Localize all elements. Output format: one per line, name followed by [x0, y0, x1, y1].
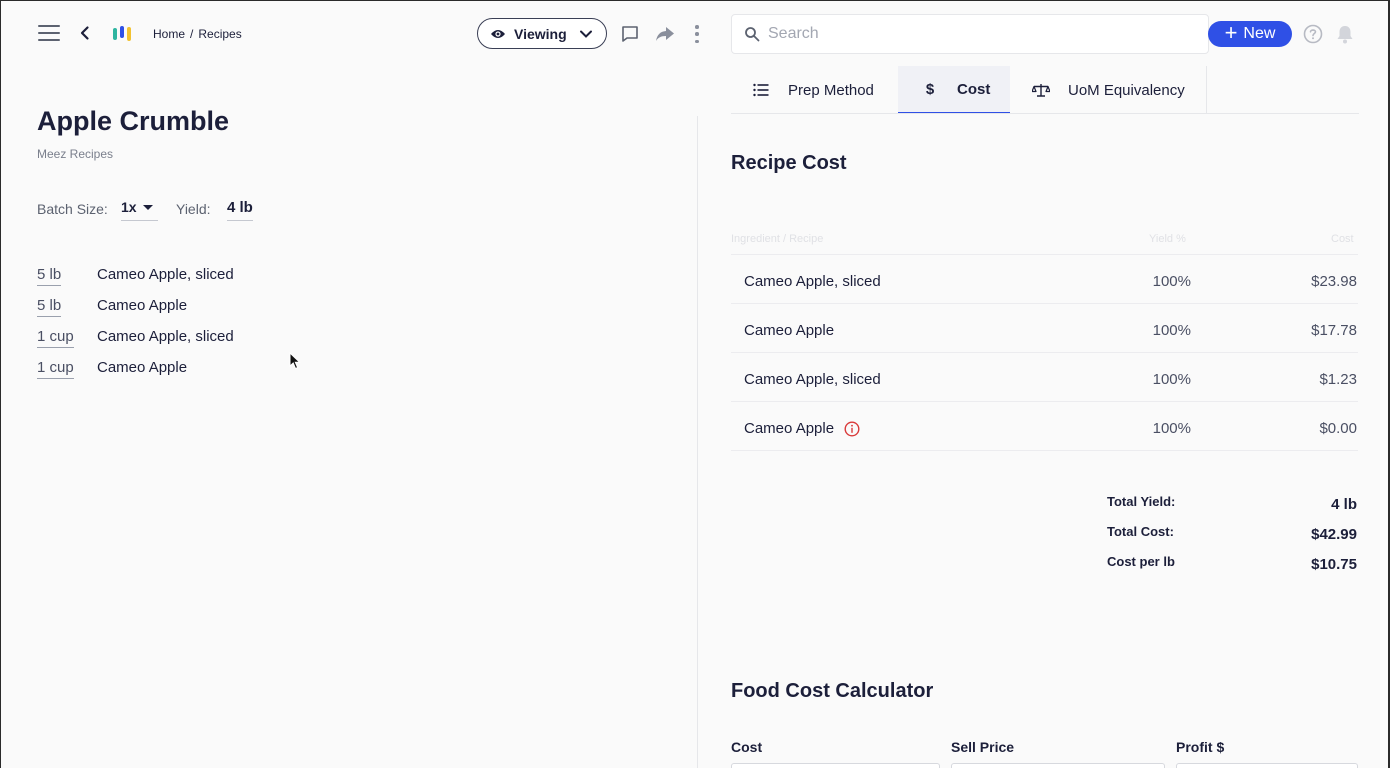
food-cost-calculator-title: Food Cost Calculator	[731, 680, 934, 702]
row-ingredient-name: Cameo Apple, sliced	[744, 273, 881, 290]
tab-uom-equivalency[interactable]: UoM Equivalency	[1010, 66, 1207, 114]
ingredient-row: 1 cup Cameo Apple, sliced	[37, 328, 234, 350]
calc-profit-input[interactable]	[1176, 763, 1358, 768]
ingredient-quantity[interactable]: 1 cup	[37, 328, 74, 348]
row-cost: $23.98	[1311, 273, 1357, 290]
column-header-cost: Cost	[1331, 233, 1354, 245]
row-yield: 100%	[1152, 273, 1191, 290]
ingredient-name: Cameo Apple	[97, 359, 188, 376]
mouse-cursor-icon	[289, 352, 301, 370]
tab-label: UoM Equivalency	[1068, 81, 1185, 99]
row-yield: 100%	[1152, 322, 1191, 339]
ingredient-quantity[interactable]: 5 lb	[37, 297, 62, 317]
dollar-icon: $	[925, 80, 935, 98]
info-warning-icon[interactable]	[844, 420, 860, 437]
calc-cost-input[interactable]	[731, 763, 940, 768]
row-ingredient-name: Cameo Apple	[744, 420, 835, 437]
viewing-label: Viewing	[514, 25, 567, 42]
table-row[interactable]: Cameo Apple, sliced 100% $23.98	[731, 255, 1358, 304]
detail-tabs: Prep Method $ Cost UoM Equivalency	[731, 66, 1207, 114]
total-cost-label: Total Cost:	[1107, 524, 1174, 539]
ingredient-name: Cameo Apple, sliced	[97, 266, 234, 283]
list-icon	[753, 83, 769, 97]
share-icon[interactable]	[655, 26, 675, 42]
batch-size-value: 1x	[121, 199, 137, 215]
ingredient-row: 1 cup Cameo Apple	[37, 359, 187, 381]
caret-down-icon	[142, 205, 153, 210]
breadcrumb-recipes[interactable]: Recipes	[198, 27, 241, 41]
chevron-down-icon	[579, 30, 592, 38]
breadcrumb: Home / Recipes	[153, 27, 242, 41]
help-icon[interactable]	[1303, 24, 1323, 44]
new-button-label: New	[1243, 25, 1276, 42]
ingredient-quantity[interactable]: 1 cup	[37, 359, 74, 379]
tabs-divider	[731, 113, 1359, 114]
tab-cost[interactable]: $ Cost	[898, 66, 1010, 114]
row-yield: 100%	[1152, 420, 1191, 437]
tab-prep-method[interactable]: Prep Method	[731, 66, 898, 114]
row-cost: $0.00	[1319, 420, 1357, 437]
eye-icon	[491, 29, 505, 38]
ingredient-name: Cameo Apple, sliced	[97, 328, 234, 345]
comment-icon[interactable]	[621, 25, 639, 43]
table-row[interactable]: Cameo Apple, sliced 100% $1.23	[731, 353, 1358, 402]
yield-value[interactable]: 4 lb	[227, 199, 253, 221]
cost-per-unit-label: Cost per lb	[1107, 554, 1175, 569]
viewing-mode-button[interactable]: Viewing	[477, 18, 607, 49]
column-header-yield: Yield %	[1149, 233, 1186, 245]
yield-label: Yield:	[176, 201, 211, 217]
recipe-title: Apple Crumble	[37, 106, 230, 136]
total-yield-label: Total Yield:	[1107, 494, 1176, 509]
calc-cost-label: Cost	[731, 739, 763, 755]
menu-icon[interactable]	[38, 25, 60, 41]
total-cost-value: $42.99	[1311, 526, 1357, 543]
search-bar[interactable]	[731, 14, 1209, 54]
window-top-border	[0, 0, 1390, 1]
recipe-source: Meez Recipes	[37, 147, 114, 161]
calc-profit-label: Profit $	[1176, 739, 1225, 755]
breadcrumb-separator: /	[190, 27, 194, 41]
ingredient-quantity[interactable]: 5 lb	[37, 266, 62, 286]
tab-label: Prep Method	[788, 81, 874, 99]
recipe-cost-title: Recipe Cost	[731, 152, 847, 174]
new-button[interactable]: + New	[1208, 21, 1292, 47]
total-yield-value: 4 lb	[1331, 496, 1357, 513]
table-row[interactable]: Cameo Apple 100% $17.78	[731, 304, 1358, 353]
search-icon	[745, 27, 760, 42]
plus-icon: +	[1224, 20, 1238, 45]
batch-size-label: Batch Size:	[37, 201, 108, 217]
row-cost: $17.78	[1311, 322, 1357, 339]
table-row[interactable]: Cameo Apple 100% $0.00	[731, 402, 1358, 451]
search-input[interactable]	[768, 25, 1188, 43]
row-cost: $1.23	[1319, 371, 1357, 388]
panel-divider	[697, 116, 698, 768]
window-left-border	[0, 0, 1, 768]
row-yield: 100%	[1152, 371, 1191, 388]
cost-per-unit-value: $10.75	[1311, 556, 1357, 573]
row-ingredient-name: Cameo Apple	[744, 322, 835, 339]
ingredient-name: Cameo Apple	[97, 297, 188, 314]
calc-sell-price-label: Sell Price	[951, 739, 1015, 755]
ingredient-row: 5 lb Cameo Apple	[37, 297, 187, 319]
app-logo[interactable]	[112, 25, 134, 42]
more-options-icon[interactable]	[694, 25, 700, 43]
ingredient-row: 5 lb Cameo Apple, sliced	[37, 266, 234, 288]
column-header-ingredient: Ingredient / Recipe	[731, 233, 824, 245]
batch-size-select[interactable]: 1x	[121, 199, 158, 221]
row-ingredient-name: Cameo Apple, sliced	[744, 371, 881, 388]
scale-icon	[1032, 84, 1050, 97]
bell-icon[interactable]	[1336, 24, 1354, 44]
chevron-left-icon[interactable]	[76, 24, 94, 42]
breadcrumb-home[interactable]: Home	[153, 27, 185, 41]
tab-label: Cost	[957, 80, 991, 98]
calc-sell-price-input[interactable]	[951, 763, 1165, 768]
